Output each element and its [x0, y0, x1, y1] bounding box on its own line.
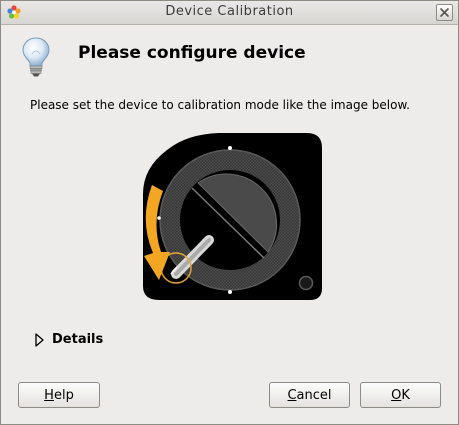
triangle-right-icon — [35, 333, 44, 347]
instruction-text: Please set the device to calibration mod… — [30, 98, 410, 112]
cancel-button[interactable]: Cancel — [269, 382, 350, 408]
ok-button[interactable]: OK — [360, 382, 441, 408]
help-button[interactable]: Help — [18, 382, 100, 408]
close-icon — [440, 8, 449, 17]
close-button[interactable] — [436, 4, 453, 21]
window-title: Device Calibration — [165, 4, 294, 19]
cancel-mnemonic: C — [287, 388, 297, 403]
cancel-label-rest: ancel — [296, 388, 332, 403]
device-calibration-dialog: Device Calibration Please configure devi… — [0, 0, 459, 425]
ok-label-rest: K — [401, 388, 410, 403]
title-bar[interactable]: Device Calibration — [1, 1, 458, 25]
ok-mnemonic: O — [391, 388, 402, 403]
calibration-device-illustration — [143, 133, 322, 300]
page-title: Please configure device — [78, 43, 306, 63]
help-mnemonic: H — [44, 388, 54, 403]
help-label-rest: elp — [53, 388, 74, 403]
lightbulb-icon — [22, 37, 50, 77]
details-label: Details — [52, 332, 104, 347]
